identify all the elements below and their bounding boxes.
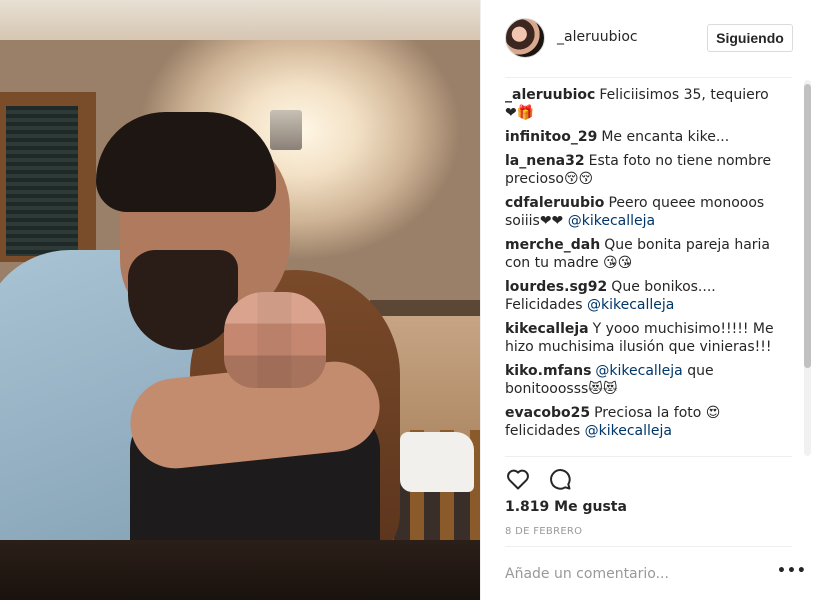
- comment-item: infinitoo_29 Me encanta kike...: [505, 128, 779, 146]
- comment-username[interactable]: cdfaleruubio: [505, 195, 604, 211]
- comment-username[interactable]: _aleruubioc: [505, 87, 595, 103]
- post-photo: [0, 0, 480, 600]
- scrollbar-thumb[interactable]: [804, 84, 811, 368]
- comment-text: Me encanta kike...: [601, 129, 730, 145]
- comment-username[interactable]: evacobo25: [505, 405, 590, 421]
- comment-mention[interactable]: @kikecalleja: [585, 423, 672, 439]
- post-actions: [505, 466, 573, 494]
- comment-username[interactable]: lourdes.sg92: [505, 279, 607, 295]
- comment-mention[interactable]: @kikecalleja: [568, 213, 655, 229]
- post-username[interactable]: _aleruubioc: [557, 29, 638, 45]
- photo-window: [0, 92, 96, 262]
- comment-item: kikecalleja Y yooo muchisimo!!!!! Me hizo…: [505, 320, 779, 356]
- comment-username[interactable]: infinitoo_29: [505, 129, 597, 145]
- comment-input-divider: [505, 546, 792, 547]
- following-button[interactable]: Siguiendo: [707, 24, 793, 52]
- photo-window-pane: [6, 106, 78, 256]
- post-sidebar: _aleruubioc Siguiendo _aleruubioc Felicii…: [480, 0, 814, 600]
- more-options-icon[interactable]: •••: [777, 564, 806, 580]
- comment-item: cdfaleruubio Peero queee monooos soiiis❤❤…: [505, 194, 779, 230]
- comment-icon[interactable]: [547, 466, 573, 492]
- photo-towel: [400, 432, 474, 492]
- heart-icon[interactable]: [505, 466, 531, 492]
- comment-item: evacobo25 Preciosa la foto 😍 felicidades …: [505, 404, 779, 440]
- likes-count[interactable]: 1.819 Me gusta: [505, 499, 627, 515]
- header-divider: [505, 77, 792, 78]
- comment-username[interactable]: kiko.mfans: [505, 363, 591, 379]
- comment-item: merche_dah Que bonita pareja haria con tu…: [505, 236, 779, 272]
- photo-tile-band: [370, 300, 480, 316]
- actions-divider: [505, 456, 792, 457]
- comment-item: _aleruubioc Feliciisimos 35, tequiero❤🎁: [505, 86, 779, 122]
- photo-wall-lamp: [270, 110, 302, 150]
- comment-mention[interactable]: @kikecalleja: [595, 363, 682, 379]
- comment-item: la_nena32 Esta foto no tiene nombre preci…: [505, 152, 779, 188]
- post-date: 8 DE FEBRERO: [505, 526, 583, 537]
- comments-scrollbar[interactable]: [804, 80, 811, 456]
- photo-man-hair: [96, 112, 276, 212]
- photo-floor: [0, 540, 480, 600]
- avatar[interactable]: [505, 18, 545, 58]
- comment-username[interactable]: kikecalleja: [505, 321, 589, 337]
- comment-mention[interactable]: @kikecalleja: [587, 297, 674, 313]
- comment-username[interactable]: merche_dah: [505, 237, 600, 253]
- photo-ceiling: [0, 0, 480, 40]
- comment-input[interactable]: [505, 564, 755, 584]
- comment-username[interactable]: la_nena32: [505, 153, 585, 169]
- comment-item: kiko.mfans @kikecalleja que bonitooosss😻😻: [505, 362, 779, 398]
- post-header: _aleruubioc Siguiendo: [481, 0, 814, 77]
- photo-blurred-face: [224, 292, 326, 388]
- comment-item: lourdes.sg92 Que bonikos.... Felicidades …: [505, 278, 779, 314]
- comments-list: _aleruubioc Feliciisimos 35, tequiero❤🎁 i…: [505, 86, 779, 456]
